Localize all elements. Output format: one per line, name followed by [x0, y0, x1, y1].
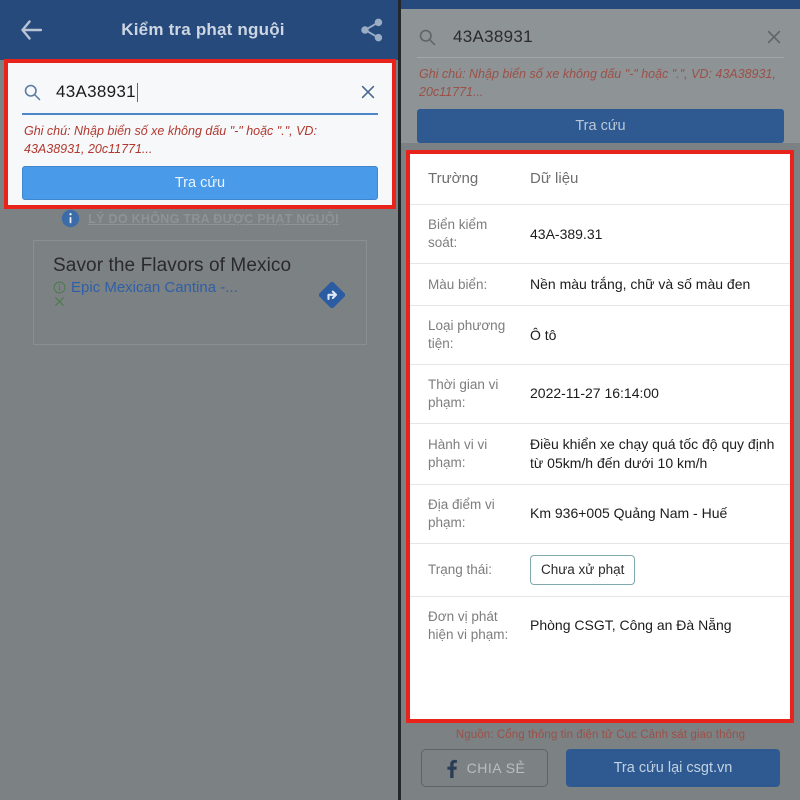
app-header-strip: [401, 0, 800, 9]
row-label: Trạng thái:: [428, 561, 493, 577]
search-note-right: Ghi chú: Nhập biển số xe không dấu "-" h…: [419, 67, 776, 100]
left-phone-panel: Kiểm tra phạt nguội 43A38931 Ghi chú: Nh…: [0, 0, 400, 800]
table-header-row: Trường Dữ liệu: [410, 154, 790, 206]
source-note: Nguồn: Cổng thông tin điện tử Cục Cảnh s…: [455, 729, 746, 741]
row-label: Thời gian vi phạm:: [428, 376, 499, 410]
recheck-button[interactable]: Tra cứu lại csgt.vn: [566, 749, 780, 787]
ad-title: Savor the Flavors of Mexico: [53, 255, 292, 276]
highlight-box-search: 43A38931 Ghi chú: Nhập biển số xe không …: [4, 59, 396, 209]
results-table: Trường Dữ liệu Biển kiểm soát: 43A-389.3…: [410, 154, 790, 719]
row-value: Phòng CSGT, Công an Đà Nẵng: [530, 617, 732, 634]
share-button[interactable]: CHIA SẺ: [421, 749, 548, 787]
lookup-button-right[interactable]: Tra cứu: [417, 109, 784, 144]
row-label: Loại phương tiện:: [428, 318, 506, 351]
search-form-right: 43A38931 Ghi chú: Nhập biển số xe không …: [401, 9, 800, 144]
ad-card[interactable]: Savor the Flavors of Mexico Epic Mexican…: [33, 240, 367, 345]
table-row: Thời gian vi phạm: 2022-11-27 16:14:00: [410, 365, 790, 424]
search-icon: [22, 82, 42, 102]
share-button-label: CHIA SẺ: [466, 760, 526, 776]
table-row: Hành vi vi phạm: Điều khiển xe chạy quá …: [410, 424, 790, 485]
row-value: Điều khiển xe chạy quá tốc độ quy định t…: [530, 435, 775, 471]
ad-info-icon[interactable]: [53, 281, 66, 294]
table-row: Đơn vị phát hiện vi phạm: Phòng CSGT, Cô…: [410, 597, 790, 655]
search-note: Ghi chú: Nhập biển số xe không dấu "-" h…: [24, 124, 317, 157]
reason-link-row[interactable]: LÝ DO KHÔNG TRA ĐƯỢC PHẠT NGUỘI: [0, 209, 400, 228]
page-title: Kiểm tra phạt nguội: [121, 20, 285, 39]
row-value-status: Chưa xử phạt: [522, 544, 790, 596]
search-row[interactable]: 43A38931: [22, 73, 378, 111]
search-input[interactable]: 43A38931: [56, 82, 358, 102]
search-row-right[interactable]: 43A38931: [417, 17, 784, 57]
row-label: Đơn vị phát hiện vi phạm:: [428, 608, 509, 642]
info-icon: [61, 209, 80, 228]
footer-buttons: CHIA SẺ Tra cứu lại csgt.vn: [401, 741, 800, 787]
reason-link-label: LÝ DO KHÔNG TRA ĐƯỢC PHẠT NGUỘI: [88, 211, 339, 226]
facebook-icon: [444, 758, 458, 778]
arrow-left-icon[interactable]: [14, 13, 48, 47]
table-row: Địa điểm vi phạm: Km 936+005 Quảng Nam -…: [410, 485, 790, 544]
row-label: Biển kiểm soát:: [428, 217, 488, 251]
row-value: 43A-389.31: [530, 225, 603, 242]
table-row: Màu biển: Nền màu trắng, chữ và số màu đ…: [410, 264, 790, 307]
ad-link-label: Epic Mexican Cantina -...: [71, 279, 238, 297]
search-form: 43A38931 Ghi chú: Nhập biển số xe không …: [8, 63, 392, 201]
column-header-data: Dữ liệu: [530, 170, 579, 187]
row-label: Hành vi vi phạm:: [428, 436, 488, 470]
table-row: Loại phương tiện: Ô tô: [410, 306, 790, 365]
row-label: Địa điểm vi phạm:: [428, 496, 495, 530]
status-badge: Chưa xử phạt: [530, 554, 636, 585]
close-icon[interactable]: [358, 82, 378, 102]
app-header: Kiểm tra phạt nguội: [0, 0, 400, 60]
row-value: Ô tô: [530, 326, 557, 343]
row-label: Màu biển:: [428, 276, 488, 292]
lookup-button[interactable]: Tra cứu: [22, 166, 378, 201]
highlight-box-results: Trường Dữ liệu Biển kiểm soát: 43A-389.3…: [406, 150, 794, 723]
table-row: Biển kiểm soát: 43A-389.31: [410, 205, 790, 265]
search-input-right[interactable]: 43A38931: [453, 27, 764, 47]
text-caret: [136, 82, 138, 102]
row-value: 2022-11-27 16:14:00: [530, 385, 659, 402]
search-icon: [417, 27, 437, 47]
row-value: Km 936+005 Quảng Nam - Huế: [530, 505, 728, 522]
search-input-value: 43A38931: [56, 82, 136, 101]
results-footer: Nguồn: Cổng thông tin điện tử Cục Cảnh s…: [401, 723, 800, 800]
share-icon[interactable]: [358, 16, 386, 44]
right-phone-panel: 43A38931 Ghi chú: Nhập biển số xe không …: [401, 0, 800, 800]
column-header-field: Trường: [428, 170, 479, 188]
close-icon[interactable]: [764, 27, 784, 47]
screenshot-root: Kiểm tra phạt nguội 43A38931 Ghi chú: Nh…: [0, 0, 800, 800]
ad-arrow-icon[interactable]: [316, 279, 348, 311]
row-value: Nền màu trắng, chữ và số màu đen: [530, 276, 751, 293]
table-row: Trạng thái: Chưa xử phạt: [410, 544, 790, 597]
